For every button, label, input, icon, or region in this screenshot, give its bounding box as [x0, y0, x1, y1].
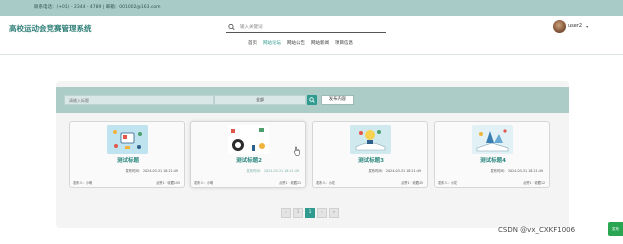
site-title: 高校运动会竞赛管理系统: [9, 24, 92, 33]
card-author: 发布人：小花: [438, 181, 458, 185]
card-thumbnail: [472, 125, 513, 154]
hand-cursor-icon: [294, 146, 300, 156]
top-contact-bar: 联系电话：(+01) - 2344 - 4789 | 邮箱：001002@163…: [0, 0, 623, 16]
nav-forum[interactable]: 网站论坛: [263, 40, 281, 46]
forum-card[interactable]: 测试标题3 发布时间： 2024-03-31 18:21:49 发布人：小花 点…: [312, 121, 428, 188]
card-stats: 点赞1 · 收藏45: [401, 181, 423, 185]
avatar[interactable]: [553, 19, 566, 33]
user-menu[interactable]: user2 ▾: [553, 19, 588, 33]
watermark: CSDN @vx_CXKF1006: [498, 226, 576, 234]
header-divider: [0, 54, 623, 55]
card-thumbnail: [228, 125, 269, 154]
search-icon: [309, 97, 315, 103]
card-time: 发布时间： 2024-03-31 18:21:49: [246, 169, 299, 173]
card-author: 发布人：小明: [194, 181, 214, 185]
nav-projects[interactable]: 项目信息: [335, 40, 353, 46]
contact-info: 联系电话：(+01) - 2344 - 4789 | 邮箱：001002@163…: [34, 5, 161, 10]
side-float-tab[interactable]: 发布: [608, 222, 623, 236]
card-title[interactable]: 测试标题3: [313, 156, 429, 164]
page-first-button[interactable]: 1: [293, 208, 303, 218]
card-time: 发布时间： 2024-03-31 18:21:49: [368, 169, 421, 173]
forum-panel: 全部 发布内容 测试标题 发布时间： 2024-03-31 18:21:49: [56, 81, 569, 228]
card-author: 发布人：小花: [316, 181, 336, 185]
header-search: [226, 22, 386, 33]
title-search-input[interactable]: [64, 95, 214, 105]
main-nav: 首页 网站论坛 网站公告 网站新闻 项目信息: [248, 40, 353, 46]
search-icon[interactable]: [228, 23, 235, 31]
filter-bar: 全部 发布内容: [56, 87, 569, 113]
publish-button[interactable]: 发布内容: [321, 95, 354, 105]
page-current-button[interactable]: 1: [305, 208, 315, 218]
nav-announcements[interactable]: 网站公告: [287, 40, 305, 46]
card-time: 发布时间： 2024-03-31 18:21:49: [125, 169, 178, 173]
header: 高校运动会竞赛管理系统 user2 ▾: [0, 16, 623, 52]
category-select[interactable]: 全部: [214, 95, 306, 105]
card-author: 发布人：小明: [73, 181, 93, 185]
page-prev-button[interactable]: ‹: [281, 208, 291, 218]
card-stats: 点赞1 · 收藏105: [156, 181, 180, 185]
card-thumbnail: [107, 125, 148, 154]
card-stats: 点赞1 · 收藏21: [279, 181, 301, 185]
filter-search-button[interactable]: [307, 95, 317, 105]
nav-home[interactable]: 首页: [248, 40, 257, 46]
card-thumbnail: [350, 125, 391, 154]
page-last-button[interactable]: »: [329, 208, 339, 218]
forum-card[interactable]: 测试标题 发布时间： 2024-03-31 18:21:49 发布人：小明 点赞…: [69, 121, 185, 188]
card-title[interactable]: 测试标题2: [191, 156, 307, 164]
nav-news[interactable]: 网站新闻: [311, 40, 329, 46]
forum-card[interactable]: 测试标题2 发布时间： 2024-03-31 18:21:49 发布人：小明 点…: [190, 121, 306, 188]
forum-card[interactable]: 测试标题4 发布时间： 2024-03-31 18:21:49 发布人：小花 点…: [434, 121, 550, 188]
username[interactable]: user2: [568, 23, 582, 29]
search-input[interactable]: [240, 22, 380, 32]
card-stats: 点赞1 · 收藏12: [523, 181, 545, 185]
chevron-down-icon[interactable]: ▾: [586, 24, 588, 29]
card-title[interactable]: 测试标题4: [435, 156, 551, 164]
page-next-button[interactable]: ›: [317, 208, 327, 218]
card-time: 发布时间： 2024-03-31 18:21:49: [490, 169, 543, 173]
card-title[interactable]: 测试标题: [70, 156, 186, 164]
pagination: ‹ 1 1 › »: [281, 208, 339, 218]
